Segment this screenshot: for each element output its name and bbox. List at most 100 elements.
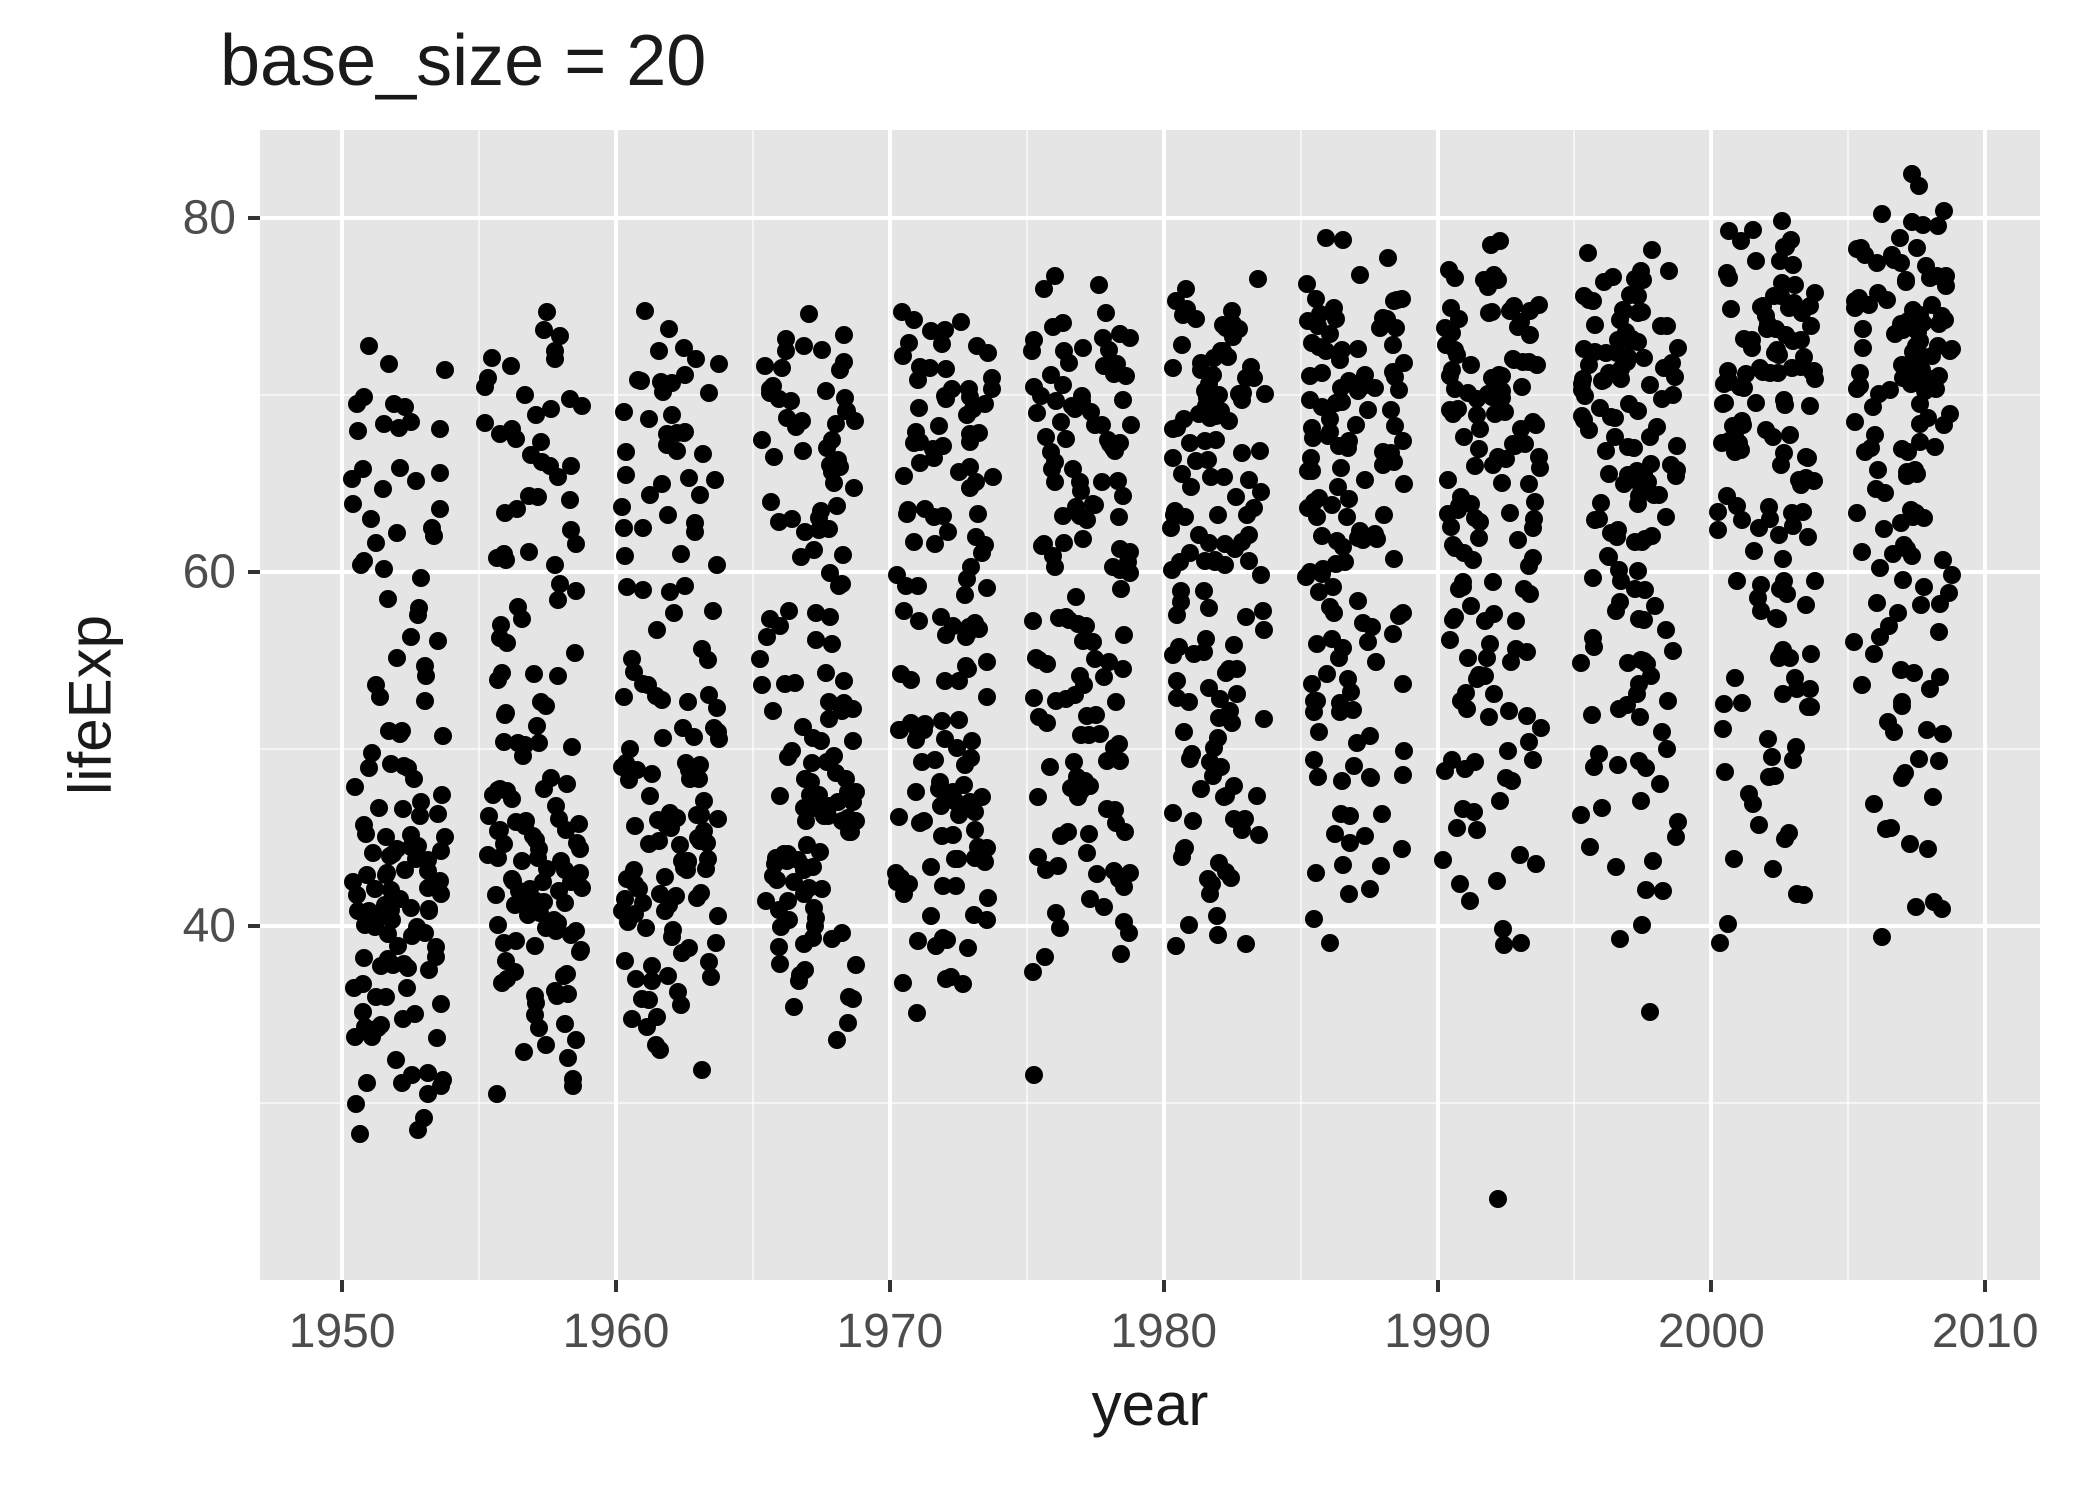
data-point [1240, 471, 1258, 489]
data-point [1339, 439, 1357, 457]
data-point [672, 545, 690, 563]
data-point [1934, 725, 1952, 743]
data-point [1478, 649, 1496, 667]
data-point [1110, 508, 1128, 526]
data-point [1480, 708, 1498, 726]
data-point [1210, 709, 1228, 727]
data-point [1236, 810, 1254, 828]
data-point [1354, 531, 1372, 549]
data-point [1227, 488, 1245, 506]
data-point [1795, 348, 1813, 366]
data-point [1491, 792, 1509, 810]
data-point [934, 877, 952, 895]
data-point [370, 799, 388, 817]
data-point [1451, 875, 1469, 893]
data-point [1375, 506, 1393, 524]
data-point [538, 303, 556, 321]
data-point [1444, 611, 1462, 629]
data-point [753, 431, 771, 449]
data-point [1199, 870, 1217, 888]
data-point [686, 514, 704, 532]
data-point [382, 755, 400, 773]
data-point [1750, 816, 1768, 834]
data-point [1047, 904, 1065, 922]
data-point [1485, 685, 1503, 703]
data-point [555, 967, 573, 985]
data-point [1711, 934, 1729, 952]
data-point [783, 510, 801, 528]
data-point [1349, 340, 1367, 358]
data-point [676, 577, 694, 595]
data-point [517, 812, 535, 830]
data-point [348, 886, 366, 904]
data-point [613, 498, 631, 516]
data-point [1500, 702, 1518, 720]
data-point [1441, 367, 1459, 385]
data-point [1488, 872, 1506, 890]
data-point [627, 970, 645, 988]
data-point [1848, 504, 1866, 522]
data-point [1609, 331, 1627, 349]
data-point [1208, 907, 1226, 925]
data-point [520, 543, 538, 561]
data-point [390, 419, 408, 437]
data-point [1121, 864, 1139, 882]
data-point [358, 866, 376, 884]
data-point [1176, 508, 1194, 526]
data-point [546, 350, 564, 368]
data-point [930, 417, 948, 435]
data-point [1025, 1066, 1043, 1084]
data-point [503, 420, 521, 438]
data-point [525, 665, 543, 683]
data-point [1205, 349, 1223, 367]
data-point [1065, 753, 1083, 771]
data-point [1644, 852, 1662, 870]
data-point [1055, 534, 1073, 552]
data-point [542, 400, 560, 418]
x-tick-label: 1980 [1110, 1304, 1217, 1359]
data-point [1845, 633, 1863, 651]
data-point [706, 471, 724, 489]
data-point [1586, 316, 1604, 334]
data-point [1098, 752, 1116, 770]
data-point [652, 373, 670, 391]
data-point [823, 431, 841, 449]
data-point [1524, 751, 1542, 769]
data-point [402, 628, 420, 646]
data-point [347, 1095, 365, 1113]
data-point [1917, 257, 1935, 275]
data-point [705, 719, 723, 737]
data-point [1032, 387, 1050, 405]
data-point [1027, 649, 1045, 667]
x-tick [614, 1280, 618, 1292]
data-point [1228, 685, 1246, 703]
data-point [979, 889, 997, 907]
data-point [647, 1036, 665, 1054]
data-point [391, 459, 409, 477]
x-tick [1983, 1280, 1987, 1292]
data-point [710, 355, 728, 373]
data-point [1643, 241, 1661, 259]
data-point [367, 534, 385, 552]
data-point [526, 987, 544, 1005]
data-point [1072, 782, 1090, 800]
data-point [1395, 742, 1413, 760]
data-point [1374, 456, 1392, 474]
data-point [1251, 442, 1269, 460]
data-point [374, 480, 392, 498]
data-point [1448, 819, 1466, 837]
data-point [643, 765, 661, 783]
data-point [1074, 530, 1092, 548]
data-point [1865, 645, 1883, 663]
data-point [416, 924, 434, 942]
data-point [966, 849, 984, 867]
data-point [1935, 416, 1953, 434]
data-point [663, 406, 681, 424]
data-point [1520, 733, 1538, 751]
data-point [1305, 751, 1323, 769]
data-point [1521, 326, 1539, 344]
y-tick [248, 216, 260, 220]
data-point [1499, 742, 1517, 760]
data-point [1903, 213, 1921, 231]
data-point [1200, 679, 1218, 697]
